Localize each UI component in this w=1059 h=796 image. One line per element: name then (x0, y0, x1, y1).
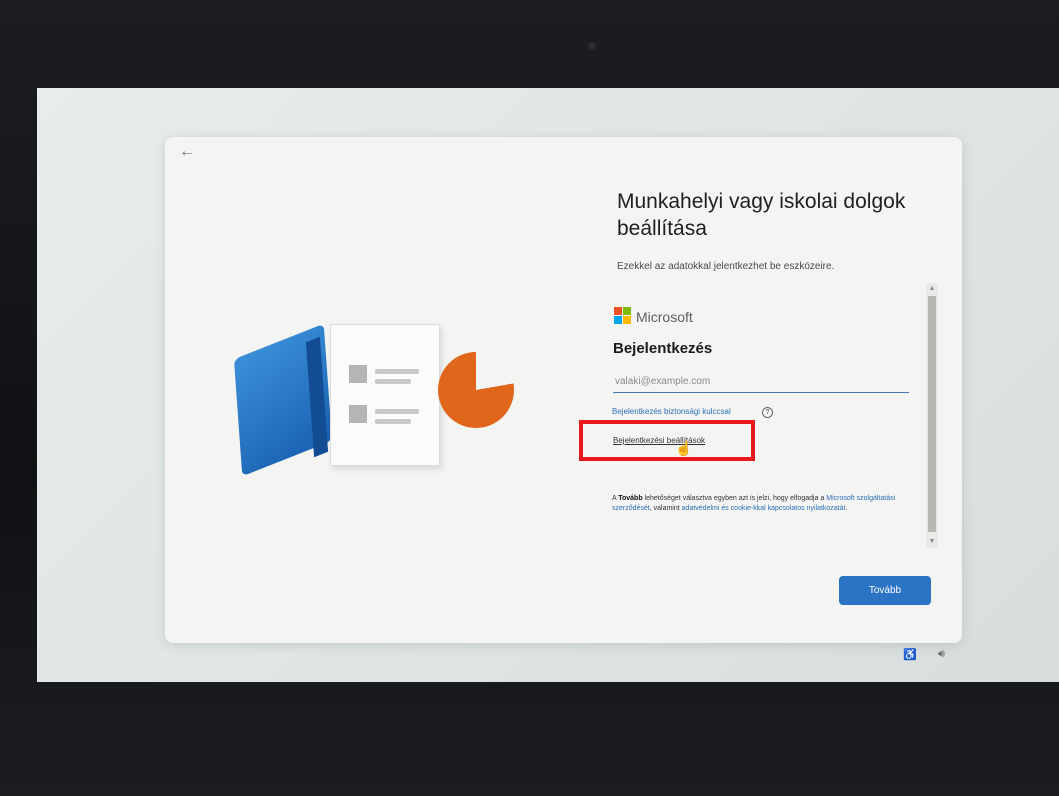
security-key-link[interactable]: Bejelentkezés biztonsági kulccsal (612, 407, 731, 416)
page-subtitle: Ezekkel az adatokkal jelentkezhet be esz… (617, 261, 835, 272)
doc-image-block (349, 365, 367, 383)
arrow-left-icon: ← (179, 143, 195, 160)
terms-mid1: lehetőséget választva egyben azt is jelz… (642, 495, 827, 502)
scroll-down-icon[interactable]: ▼ (926, 537, 938, 547)
logo-square (614, 316, 622, 324)
doc-image-block (349, 405, 367, 423)
doc-line (375, 409, 419, 414)
volume-icon[interactable]: 🔊︎ (938, 648, 945, 661)
microsoft-wordmark: Microsoft (636, 309, 693, 325)
accessibility-icon[interactable]: ♿ (903, 648, 917, 661)
logo-square (614, 307, 622, 315)
next-button[interactable]: Tovább (839, 576, 931, 605)
webcam-icon (588, 42, 596, 50)
doc-line (375, 369, 419, 374)
signin-heading: Bejelentkezés (613, 340, 713, 357)
microsoft-logo-icon (614, 307, 632, 325)
help-circle-icon[interactable]: ? (762, 407, 773, 418)
terms-text: A Tovább lehetőséget választva egyben az… (612, 494, 930, 514)
terms-end: . (845, 505, 848, 512)
back-button[interactable]: ← (176, 142, 198, 162)
terms-mid2: , valamint (649, 505, 682, 512)
doc-line (375, 379, 411, 384)
logo-square (623, 307, 631, 315)
illustration (230, 300, 530, 480)
page-title: Munkahelyi vagy iskolai dolgok beállítás… (617, 190, 906, 240)
logo-square (623, 316, 631, 324)
document-icon (330, 324, 440, 466)
annotation-highlight-box (579, 420, 755, 461)
scroll-up-icon[interactable]: ▲ (926, 284, 938, 294)
doc-line (375, 419, 411, 424)
pie-chart-icon (438, 352, 514, 428)
email-field[interactable] (613, 370, 909, 393)
terms-bold: Tovább (618, 495, 643, 502)
privacy-statement-link[interactable]: adatvédelmi és cookie-kkal kapcsolatos n… (682, 505, 846, 512)
